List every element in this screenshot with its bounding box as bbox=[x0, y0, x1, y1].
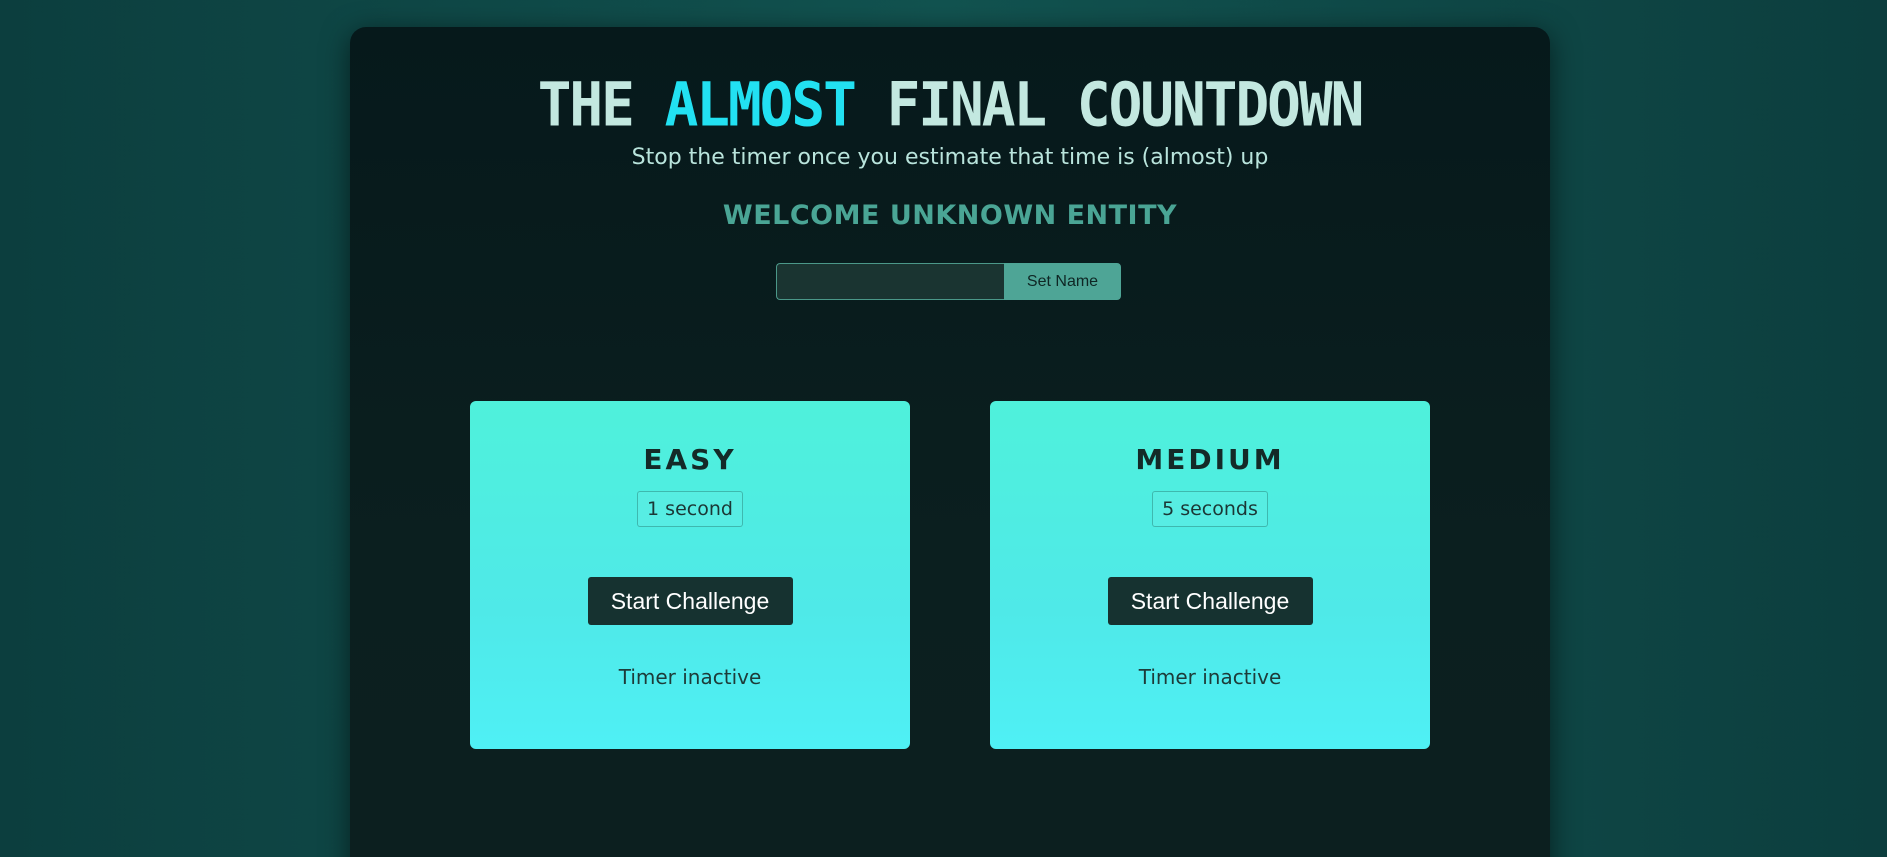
main-panel: THE ALMOST FINAL COUNTDOWN Stop the time… bbox=[350, 27, 1550, 857]
start-challenge-button-easy[interactable]: Start Challenge bbox=[587, 577, 793, 625]
title-part-1: THE bbox=[537, 70, 665, 141]
challenge-title: MEDIUM bbox=[1135, 443, 1285, 476]
page-title: THE ALMOST FINAL COUNTDOWN bbox=[350, 71, 1550, 140]
challenge-card-easy: EASY 1 second Start Challenge Timer inac… bbox=[470, 401, 910, 749]
challenge-duration: 5 seconds bbox=[1152, 491, 1268, 527]
name-input[interactable] bbox=[776, 263, 1004, 300]
challenge-duration: 1 second bbox=[637, 491, 743, 527]
timer-status: Timer inactive bbox=[1138, 665, 1282, 689]
title-part-2: FINAL COUNTDOWN bbox=[854, 70, 1365, 141]
page-subtitle: Stop the timer once you estimate that ti… bbox=[631, 145, 1269, 170]
start-challenge-button-medium[interactable]: Start Challenge bbox=[1107, 577, 1313, 625]
set-name-button[interactable]: Set Name bbox=[1004, 263, 1121, 300]
challenge-title: EASY bbox=[643, 443, 737, 476]
welcome-message: WELCOME UNKNOWN ENTITY bbox=[722, 200, 1178, 231]
name-form: Set Name bbox=[776, 263, 1121, 300]
challenge-card-medium: MEDIUM 5 seconds Start Challenge Timer i… bbox=[990, 401, 1430, 749]
timer-status: Timer inactive bbox=[618, 665, 762, 689]
title-accent: ALMOST bbox=[664, 70, 857, 141]
